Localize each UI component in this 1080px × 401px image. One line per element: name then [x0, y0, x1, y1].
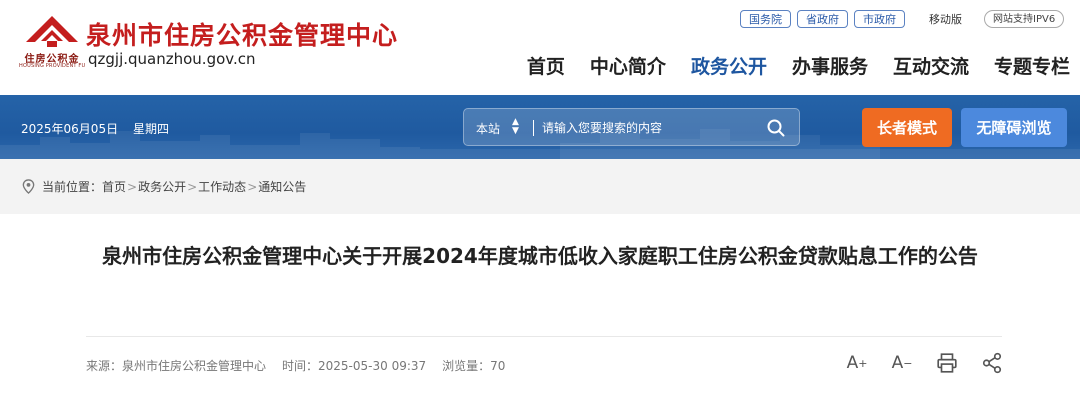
current-date: 2025年06月05日: [21, 122, 119, 136]
breadcrumb-prefix: 当前位置：: [42, 180, 103, 194]
nav-item-about[interactable]: 中心简介: [590, 52, 666, 79]
nav-item-interaction[interactable]: 互动交流: [893, 52, 969, 79]
location-icon: [22, 179, 35, 194]
top-link-state-council[interactable]: 国务院: [740, 10, 791, 28]
nav-item-gov-affairs[interactable]: 政务公开: [691, 52, 767, 79]
print-icon[interactable]: [936, 352, 958, 374]
site-header: 住房公积金 HOUSING PROVIDENT FUND 泉州市住房公积金管理中…: [0, 0, 1080, 95]
site-title[interactable]: 泉州市住房公积金管理中心: [86, 16, 398, 52]
article-title: 泉州市住房公积金管理中心关于开展2024年度城市低收入家庭职工住房公积金贷款贴息…: [102, 244, 978, 268]
breadcrumb-home[interactable]: 首页: [102, 178, 126, 195]
mobile-version-link[interactable]: 移动版: [929, 11, 962, 27]
article-views: 浏览量：70: [442, 359, 506, 373]
share-icon[interactable]: [981, 352, 1003, 374]
logo-caption-en: HOUSING PROVIDENT FUND: [19, 63, 85, 69]
font-increase-icon[interactable]: A +: [846, 352, 868, 374]
search-bar: 本站 ▲ ▼: [463, 108, 800, 146]
breadcrumb-work-news[interactable]: 工作动态: [198, 178, 246, 195]
breadcrumb-notices[interactable]: 通知公告: [258, 178, 306, 195]
elder-mode-button[interactable]: 长者模式: [862, 108, 952, 147]
breadcrumb-separator: >: [247, 179, 258, 194]
article-meta: 来源：泉州市住房公积金管理中心 时间：2025-05-30 09:37 浏览量：…: [86, 357, 521, 374]
breadcrumb-separator: >: [187, 179, 198, 194]
article-time: 时间：2025-05-30 09:37: [282, 359, 427, 373]
scope-updown-icon[interactable]: ▲ ▼: [512, 118, 519, 136]
nav-item-services[interactable]: 办事服务: [792, 52, 868, 79]
nav-item-home[interactable]: 首页: [527, 52, 565, 79]
article-source: 来源：泉州市住房公积金管理中心: [86, 359, 267, 373]
search-input[interactable]: [542, 116, 752, 140]
search-scope-select[interactable]: 本站: [476, 120, 500, 137]
breadcrumb-gov-affairs[interactable]: 政务公开: [138, 178, 186, 195]
site-domain: qzgjj.quanzhou.gov.cn: [88, 50, 256, 68]
article-tools: A + A −: [846, 352, 1026, 374]
search-divider: [533, 120, 534, 136]
top-banner: 2025年06月05日 星期四 本站 ▲▼ 长者模式 无障碍浏览: [0, 95, 1080, 159]
nav-item-topics[interactable]: 专题专栏: [994, 52, 1070, 79]
top-links: 国务院 省政府 市政府 移动版 网站支持IPV6: [740, 10, 1065, 28]
top-link-province[interactable]: 省政府: [797, 10, 848, 28]
breadcrumb-bar: 当前位置： 首页 > 政务公开 > 工作动态 > 通知公告: [0, 159, 1080, 214]
top-link-city[interactable]: 市政府: [854, 10, 905, 28]
meta-divider: [86, 336, 1002, 337]
font-decrease-icon[interactable]: A −: [891, 352, 913, 374]
current-weekday: 星期四: [133, 122, 170, 136]
ipv6-badge: 网站支持IPV6: [984, 10, 1065, 28]
search-icon[interactable]: [767, 119, 785, 137]
breadcrumb: 当前位置： 首页 > 政务公开 > 工作动态 > 通知公告: [21, 178, 306, 195]
main-nav: 首页 中心简介 政务公开 办事服务 互动交流 专题专栏: [502, 52, 1070, 79]
breadcrumb-separator: >: [127, 179, 138, 194]
accessibility-button[interactable]: 无障碍浏览: [961, 108, 1067, 147]
